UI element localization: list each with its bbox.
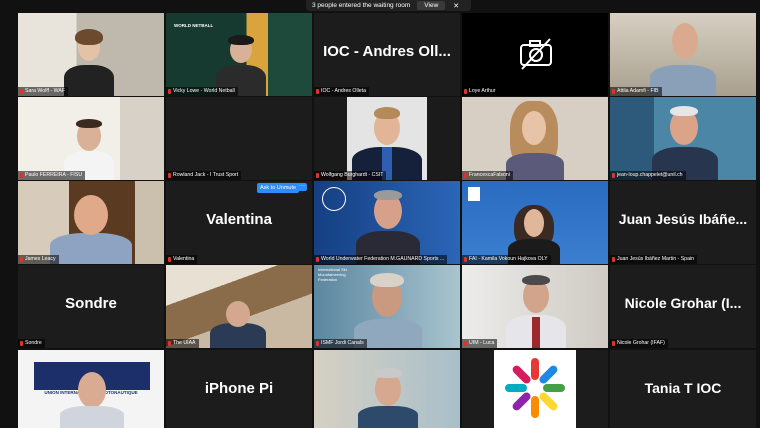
participant-display-name: Tania T IOC	[644, 380, 722, 396]
participant-display-name: Valentina	[206, 211, 272, 228]
ask-to-unmute-button[interactable]: Ask to Unmute	[257, 183, 300, 193]
participant-name: FrancescaFalsoni	[462, 171, 513, 180]
participant-name: Loye Arthur	[462, 87, 499, 96]
video-tile[interactable]: Tania T IOC	[610, 350, 756, 428]
fai-logo	[468, 187, 480, 201]
mic-muted-icon	[612, 341, 615, 346]
video-tile[interactable]	[314, 350, 460, 428]
video-tile[interactable]: Juan Jesús Ibáñe... Juan Jesús Ibáñez Ma…	[610, 181, 756, 264]
participant-display-name: iPhone Pi	[204, 380, 274, 397]
mic-muted-icon	[316, 173, 319, 178]
mic-muted-icon	[612, 173, 615, 178]
participant-name: Nicole Grohar (IFAF)	[610, 339, 668, 348]
mic-muted-icon	[612, 257, 615, 262]
video-tile[interactable]: FAI - Kamila Vokoun Hajkova OLY	[462, 181, 608, 264]
world-netball-logo: WORLD NETBALL	[174, 23, 214, 28]
ismf-logo: International Ski Mountaineering Federat…	[318, 267, 347, 282]
video-tile[interactable]: World Underwater Federation M.GAUNARD Sp…	[314, 181, 460, 264]
participant-name: UIM - Luca	[462, 339, 498, 348]
participant-figure	[64, 65, 114, 96]
video-tile[interactable]: The UIAA	[166, 265, 312, 348]
video-tile[interactable]: Wolfgang Burghardt - CSIT	[314, 97, 460, 180]
video-tile[interactable]: Valentina Ask to Unmute ··· Valentina	[166, 181, 312, 264]
participant-display-name: Juan Jesús Ibáñe...	[618, 211, 748, 227]
mic-muted-icon	[168, 341, 171, 346]
participant-name: Wolfgang Burghardt - CSIT	[314, 171, 387, 180]
mic-muted-icon	[20, 341, 23, 346]
mic-muted-icon	[20, 257, 23, 262]
participant-name: Juan Jesús Ibáñez Martin - Spain	[610, 255, 697, 264]
mic-muted-icon	[316, 341, 319, 346]
more-options-icon[interactable]: ···	[297, 183, 307, 191]
video-tile[interactable]: WORLD NETBALL Vicky Lowe - World Netball	[166, 13, 312, 96]
view-button[interactable]: View	[417, 1, 446, 10]
participant-name: jean-loup.chappelet@unil.ch	[610, 171, 686, 180]
participant-name: James Leacy	[18, 255, 59, 264]
mic-muted-icon	[464, 257, 467, 262]
participant-name: Sara Wolff - WAF	[18, 87, 68, 96]
participant-name: Sondre	[18, 339, 45, 348]
mic-muted-icon	[20, 89, 23, 94]
mic-muted-icon	[464, 173, 467, 178]
participant-name: ISMF Jordi Canals	[314, 339, 367, 348]
video-tile[interactable]: Rowland Jack - I Trust Sport	[166, 97, 312, 180]
mic-muted-icon	[464, 89, 467, 94]
notification-message: 3 people entered the waiting room	[312, 2, 411, 9]
participant-display-name: Sondre	[65, 295, 117, 312]
video-tile[interactable]: James Leacy	[18, 181, 164, 264]
icsd-logo	[494, 350, 576, 428]
participant-name: The UIAA	[166, 339, 199, 348]
participant-name: Vicky Lowe - World Netball	[166, 87, 238, 96]
participant-name: World Underwater Federation M.GAUNARD Sp…	[314, 255, 448, 264]
waiting-room-notification: 3 people entered the waiting room View ✕	[306, 0, 471, 11]
close-icon[interactable]: ✕	[453, 2, 459, 10]
video-tile[interactable]	[462, 350, 608, 428]
mic-muted-icon	[20, 173, 23, 178]
mic-muted-icon	[168, 173, 171, 178]
video-tile[interactable]: Sondre Sondre	[18, 265, 164, 348]
participant-display-name: IOC - Andres Oll...	[323, 43, 451, 60]
video-tile[interactable]: Nicole Grohar (I... Nicole Grohar (IFAF)	[610, 265, 756, 348]
video-tile[interactable]: IOC - Andres Oll... IOC - Andres Olleta	[314, 13, 460, 96]
camera-off-icon	[520, 38, 552, 70]
mic-muted-icon	[612, 89, 615, 94]
video-tile[interactable]: International Ski Mountaineering Federat…	[314, 265, 460, 348]
video-tile[interactable]: UNION INTERNATIONALE MOTONAUTIQUE	[18, 350, 164, 428]
video-tile[interactable]: jean-loup.chappelet@unil.ch	[610, 97, 756, 180]
video-tile[interactable]: Loye Arthur	[462, 13, 608, 96]
participant-name: FAI - Kamila Vokoun Hajkova OLY	[462, 255, 551, 264]
video-tile[interactable]: Paulo FERREIRA - FISU	[18, 97, 164, 180]
video-tile[interactable]: FrancescaFalsoni	[462, 97, 608, 180]
participant-name: Paulo FERREIRA - FISU	[18, 171, 86, 180]
mic-muted-icon	[316, 257, 319, 262]
video-tile[interactable]: UIM - Luca	[462, 265, 608, 348]
participant-display-name: Nicole Grohar (I...	[624, 295, 742, 311]
mic-muted-icon	[464, 341, 467, 346]
mic-muted-icon	[316, 89, 319, 94]
cmas-logo	[322, 187, 346, 211]
participant-name: Attila Adamfi - FIB	[610, 87, 662, 96]
mic-muted-icon	[168, 257, 171, 262]
participant-name: Valentina	[166, 255, 198, 264]
video-tile[interactable]: iPhone Pi	[166, 350, 312, 428]
participant-name: IOC - Andres Olleta	[314, 87, 369, 96]
video-tile[interactable]: Sara Wolff - WAF	[18, 13, 164, 96]
mic-muted-icon	[168, 89, 171, 94]
video-tile[interactable]: Attila Adamfi - FIB	[610, 13, 756, 96]
participant-name: Rowland Jack - I Trust Sport	[166, 171, 242, 180]
